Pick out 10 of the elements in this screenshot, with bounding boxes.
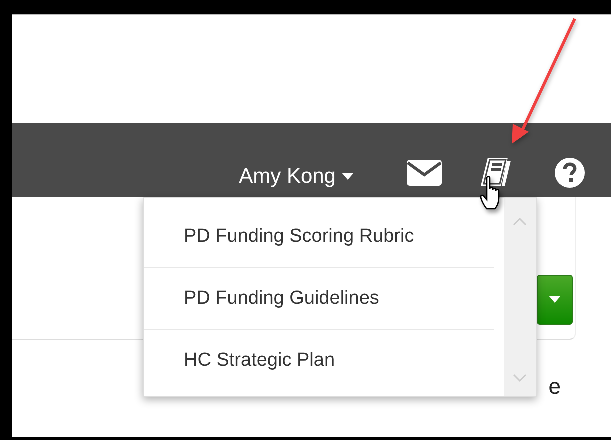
menu-item[interactable]: HC Strategic Plan — [144, 330, 494, 391]
help-icon[interactable] — [554, 157, 586, 189]
page-text: e — [548, 374, 561, 400]
caret-icon — [342, 173, 354, 181]
caret-icon — [549, 296, 561, 304]
user-menu-button[interactable]: Amy Kong — [239, 165, 354, 193]
envelope-icon[interactable] — [407, 160, 442, 186]
book-icon[interactable] — [480, 157, 512, 187]
menu-item[interactable]: PD Funding Guidelines — [144, 268, 494, 330]
dropdown-button[interactable] — [537, 275, 573, 325]
